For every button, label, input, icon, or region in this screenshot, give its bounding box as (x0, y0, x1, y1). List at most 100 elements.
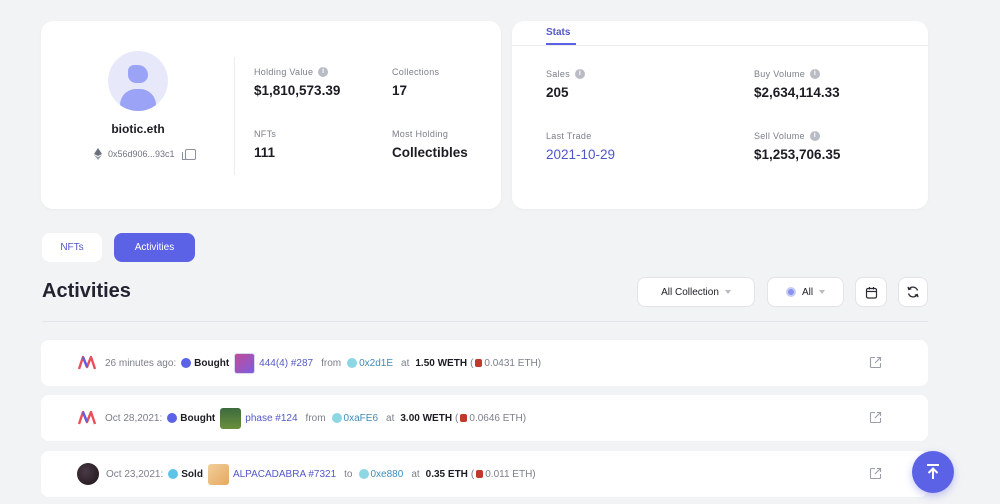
trade-amount: 3.00 WETH (400, 412, 453, 424)
divider (234, 57, 235, 175)
wallet-icon (358, 469, 369, 479)
holding-value-label: Holding Value (254, 67, 314, 77)
direction-text: from (321, 357, 342, 369)
nft-link[interactable]: ALPACADABRA #7321 (233, 469, 336, 480)
marketplace-icon (77, 355, 97, 370)
chain-filter-label: All (801, 286, 814, 298)
counterparty-link[interactable]: 0xe880 (371, 469, 404, 480)
paren-open: ( (455, 412, 459, 424)
info-icon[interactable]: i (318, 67, 329, 77)
activity-type: Bought (194, 357, 230, 369)
collection-filter-label: All Collection (661, 286, 719, 298)
sell-volume-stat: Sell Volume i $1,253,706.35 (754, 131, 840, 162)
eth-equivalent: 0.0646 ETH) (469, 412, 527, 424)
chain-filter-dropdown[interactable]: All (767, 277, 844, 307)
nfts-stat: NFTs 111 (254, 129, 276, 160)
wallet-icon (331, 413, 342, 423)
activity-type: Bought (180, 412, 216, 424)
chevron-down-icon (724, 290, 731, 294)
activity-row[interactable]: Oct 28,2021: Bought phase #124 from 0xaF… (41, 395, 928, 441)
sales-label: Sales (546, 69, 571, 79)
eth-equivalent: 0.011 ETH) (485, 468, 536, 480)
bought-icon (167, 413, 178, 423)
at-text: at (386, 412, 395, 424)
counterparty-link[interactable]: 0xaFE6 (344, 413, 378, 424)
tab-stats[interactable]: Stats (546, 27, 570, 38)
holding-value-stat: Holding Value i $1,810,573.39 (254, 67, 340, 98)
buy-volume-label: Buy Volume (754, 69, 806, 79)
date-filter-button[interactable] (855, 277, 887, 307)
wallet-address-row: 0x56d906...93c1 (94, 148, 196, 160)
user-avatar (77, 463, 99, 485)
collections-label: Collections (392, 67, 440, 77)
trade-amount: 0.35 ETH (425, 468, 468, 480)
external-link-icon[interactable] (869, 356, 882, 369)
eth-equivalent: 0.0431 ETH) (484, 357, 542, 369)
weth-icon (475, 359, 483, 367)
direction-text: from (305, 412, 326, 424)
at-text: at (411, 468, 420, 480)
last-trade-stat: Last Trade 2021-10-29 (546, 131, 615, 162)
ethereum-icon (94, 148, 102, 160)
sell-volume: $1,253,706.35 (754, 147, 841, 162)
nft-link[interactable]: 444(4) #287 (259, 358, 313, 369)
back-to-top-button[interactable] (912, 451, 954, 493)
avatar (108, 51, 168, 111)
stats-card: Stats Sales i 205 Buy Volume i $2,634,114.… (512, 21, 928, 209)
sales-count: 205 (546, 85, 569, 100)
weth-icon (476, 470, 484, 478)
sold-icon (168, 469, 179, 479)
counterparty-link[interactable]: 0x2d1E (359, 358, 393, 369)
copy-icon[interactable] (181, 148, 196, 160)
info-icon[interactable]: i (809, 131, 820, 141)
external-link-icon[interactable] (869, 411, 882, 424)
paren-open: ( (470, 468, 475, 480)
sell-volume-label: Sell Volume (754, 131, 805, 141)
nft-thumbnail[interactable] (234, 352, 256, 374)
external-link-icon[interactable] (869, 467, 882, 480)
divider (512, 45, 928, 46)
paren-open: ( (470, 357, 474, 369)
ens-name: biotic.eth (111, 122, 165, 136)
nft-link[interactable]: phase #124 (245, 413, 297, 424)
activity-time: Oct 28,2021: (105, 412, 163, 424)
nft-thumbnail[interactable] (220, 407, 242, 429)
wallet-address: 0x56d906...93c1 (108, 149, 175, 159)
refresh-button[interactable] (898, 277, 928, 307)
info-icon[interactable]: i (575, 69, 586, 79)
buy-volume: $2,634,114.33 (754, 85, 840, 100)
chevron-down-icon (819, 290, 826, 294)
tab-activities[interactable]: Activities (114, 233, 195, 262)
sales-stat: Sales i 205 (546, 69, 586, 100)
trade-amount: 1.50 WETH (415, 357, 468, 369)
activity-row[interactable]: Oct 23,2021: Sold ALPACADABRA #7321 to 0… (41, 451, 928, 497)
info-icon[interactable]: i (810, 69, 821, 79)
divider (42, 321, 928, 322)
last-trade-date[interactable]: 2021-10-29 (546, 147, 615, 162)
activity-row[interactable]: 26 minutes ago: Bought 444(4) #287 from … (41, 340, 928, 386)
weth-icon (460, 414, 468, 422)
profile-card: biotic.eth 0x56d906...93c1 Holding Value… (41, 21, 501, 209)
activity-time: Oct 23,2021: (106, 468, 164, 480)
activity-time: 26 minutes ago: (105, 357, 177, 369)
collection-filter-dropdown[interactable]: All Collection (637, 277, 755, 307)
calendar-icon (865, 286, 877, 299)
collections-count: 17 (392, 83, 408, 98)
refresh-icon (907, 286, 919, 298)
direction-text: to (344, 468, 353, 480)
bought-icon (181, 358, 192, 368)
most-holding-value: Collectibles (392, 145, 468, 160)
wallet-icon (347, 358, 358, 368)
nfts-count: 111 (254, 145, 276, 160)
holding-value: $1,810,573.39 (254, 83, 341, 98)
most-holding-stat: Most Holding Collectibles (392, 129, 468, 160)
collections-stat: Collections 17 (392, 67, 439, 98)
last-trade-label: Last Trade (546, 131, 592, 141)
nfts-label: NFTs (254, 129, 277, 139)
marketplace-icon (77, 410, 97, 425)
nft-thumbnail[interactable] (207, 463, 229, 485)
tab-nfts[interactable]: NFTs (42, 233, 102, 262)
buy-volume-stat: Buy Volume i $2,634,114.33 (754, 69, 840, 100)
most-holding-label: Most Holding (392, 129, 449, 139)
chain-icon (785, 287, 796, 297)
